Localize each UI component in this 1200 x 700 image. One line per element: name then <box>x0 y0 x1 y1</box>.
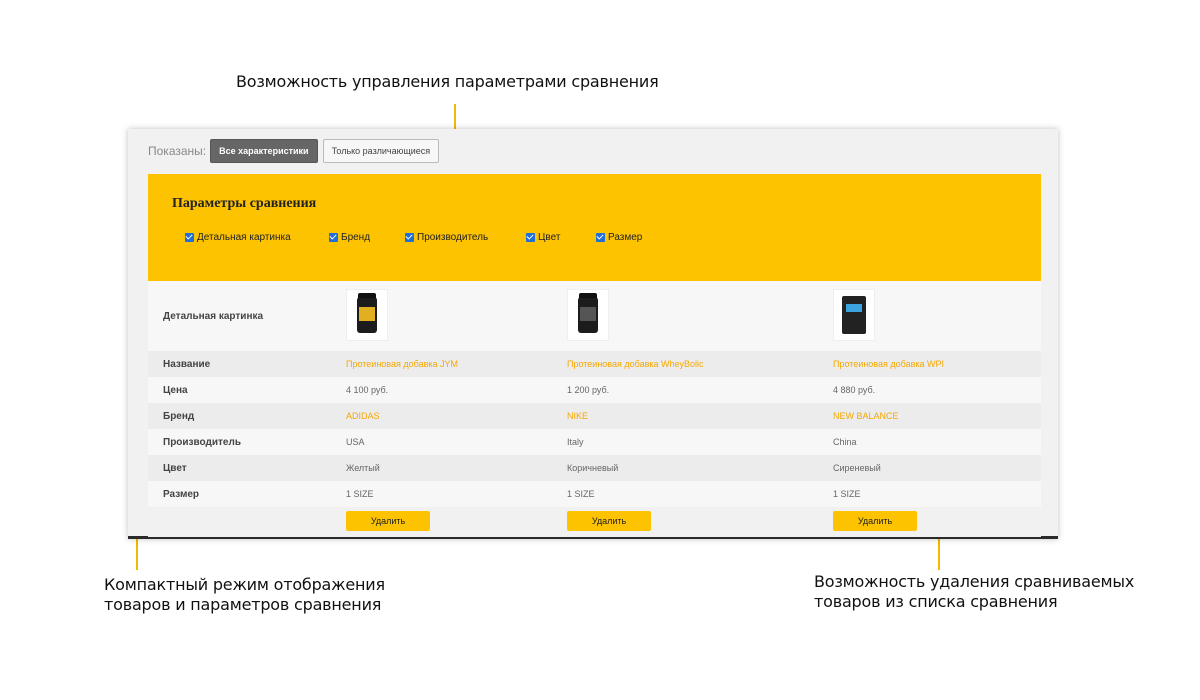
product-color: Желтый <box>346 463 380 473</box>
params-title: Параметры сравнения <box>172 196 317 211</box>
param-option-label: Производитель <box>417 232 489 243</box>
product-size: 1 SIZE <box>567 489 595 499</box>
product-brand-link[interactable]: NIKE <box>567 411 588 421</box>
product-brand-link[interactable]: NEW BALANCE <box>833 411 899 421</box>
product-name-link[interactable]: Протеиновая добавка JYM <box>346 359 458 369</box>
compare-table: Детальная картинка Название Протеиновая … <box>148 281 1041 537</box>
product-maker: USA <box>346 437 365 447</box>
param-option-label: Размер <box>608 232 643 243</box>
product-price: 4 880 руб. <box>833 385 876 395</box>
callout-delete: Возможность удаления сравниваемых товаро… <box>814 572 1144 612</box>
callout-delete-line2: товаров из списка сравнения <box>814 592 1058 611</box>
param-option-size[interactable]: Размер <box>596 232 642 243</box>
show-all-button[interactable]: Все характеристики <box>210 139 318 163</box>
protein-jar-icon <box>578 293 598 333</box>
filter-bar: Показаны: Все характеристики Только разл… <box>148 139 440 163</box>
product-price: 4 100 руб. <box>346 385 389 395</box>
param-option-label: Бренд <box>341 232 371 243</box>
product-price: 1 200 руб. <box>567 385 610 395</box>
row-label: Детальная картинка <box>163 310 264 322</box>
protein-pouch-icon <box>842 296 866 334</box>
param-option-color[interactable]: Цвет <box>526 232 560 243</box>
callout-compact-line2: товаров и параметров сравнения <box>104 595 382 614</box>
filter-label: Показаны: <box>148 144 207 158</box>
table-row-price: Цена 4 100 руб. 1 200 руб. 4 880 руб. <box>148 377 1041 403</box>
product-size: 1 SIZE <box>346 489 374 499</box>
show-different-button[interactable]: Только различающиеся <box>322 139 440 163</box>
row-label: Производитель <box>163 436 241 448</box>
product-name-link[interactable]: Протеиновая добавка WheyBolic <box>567 359 704 369</box>
row-label: Цвет <box>163 462 187 474</box>
table-row-image: Детальная картинка <box>148 281 1041 351</box>
param-option-label: Детальная картинка <box>197 232 291 243</box>
table-row-brand: Бренд ADIDAS NIKE NEW BALANCE <box>148 403 1041 429</box>
callout-compact-line1: Компактный режим отображения <box>104 575 385 594</box>
protein-jar-icon <box>357 293 377 333</box>
delete-product-button[interactable]: Удалить <box>833 511 917 531</box>
checkbox-checked-icon[interactable] <box>526 233 535 242</box>
table-row-size: Размер 1 SIZE 1 SIZE 1 SIZE <box>148 481 1041 507</box>
row-label: Название <box>163 358 211 370</box>
callout-delete-line1: Возможность удаления сравниваемых <box>814 572 1135 591</box>
table-row-actions: Удалить Удалить Удалить <box>148 507 1041 537</box>
param-option-brand[interactable]: Бренд <box>329 232 370 243</box>
product-brand-link[interactable]: ADIDAS <box>346 411 380 421</box>
checkbox-checked-icon[interactable] <box>185 233 194 242</box>
checkbox-checked-icon[interactable] <box>596 233 605 242</box>
product-maker: Italy <box>567 437 584 447</box>
param-option-image[interactable]: Детальная картинка <box>185 232 291 243</box>
product-size: 1 SIZE <box>833 489 861 499</box>
product-image-1[interactable] <box>346 289 388 341</box>
product-image-2[interactable] <box>567 289 609 341</box>
compare-panel: Показаны: Все характеристики Только разл… <box>128 129 1058 539</box>
row-label: Размер <box>163 488 200 500</box>
callout-compare-params: Возможность управления параметрами сравн… <box>236 72 659 91</box>
param-option-label: Цвет <box>538 232 561 243</box>
table-row-maker: Производитель USA Italy China <box>148 429 1041 455</box>
delete-product-button[interactable]: Удалить <box>346 511 430 531</box>
callout-compact-mode: Компактный режим отображения товаров и п… <box>104 575 404 615</box>
product-maker: China <box>833 437 857 447</box>
compare-params-box: Параметры сравнения Детальная картинка Б… <box>148 174 1041 281</box>
table-row-name: Название Протеиновая добавка JYM Протеин… <box>148 351 1041 377</box>
product-image-3[interactable] <box>833 289 875 341</box>
product-color: Коричневый <box>567 463 619 473</box>
checkbox-checked-icon[interactable] <box>329 233 338 242</box>
product-color: Сиреневый <box>833 463 881 473</box>
row-label: Цена <box>163 384 188 396</box>
checkbox-checked-icon[interactable] <box>405 233 414 242</box>
product-name-link[interactable]: Протеиновая добавка WPI <box>833 359 944 369</box>
delete-product-button[interactable]: Удалить <box>567 511 651 531</box>
row-label: Бренд <box>163 410 195 422</box>
table-row-color: Цвет Желтый Коричневый Сиреневый <box>148 455 1041 481</box>
param-option-maker[interactable]: Производитель <box>405 232 488 243</box>
